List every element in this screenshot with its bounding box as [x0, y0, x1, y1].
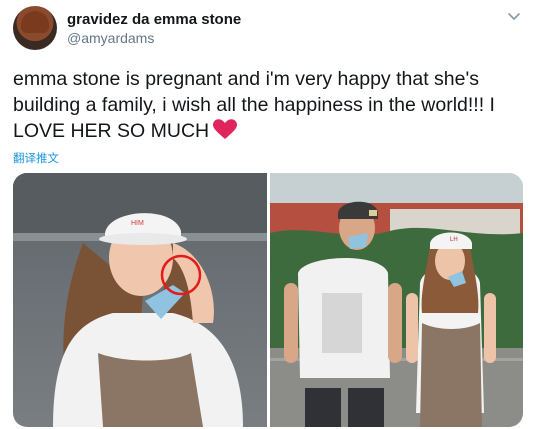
media-grid: HIM LH: [13, 173, 523, 427]
photo-left-illustration: HIM: [13, 173, 267, 427]
photo-left[interactable]: HIM: [13, 173, 267, 427]
tweet-card[interactable]: gravidez da emma stone @amyardams emma s…: [0, 0, 533, 429]
tweet-text: emma stone is pregnant and i'm very happ…: [13, 66, 523, 147]
cap-logo-right: LH: [450, 237, 458, 243]
translate-tweet-link[interactable]: 翻译推文: [13, 150, 59, 166]
user-handle[interactable]: @amyardams: [67, 30, 154, 46]
photo-right-illustration: LH: [270, 173, 523, 427]
photo-right[interactable]: LH: [270, 173, 523, 427]
tweet-body: emma stone is pregnant and i'm very happ…: [13, 68, 495, 142]
cap-logo: HIM: [131, 220, 144, 227]
display-name[interactable]: gravidez da emma stone: [67, 11, 241, 28]
heart-emoji-icon: [213, 119, 238, 147]
more-options-button[interactable]: [505, 8, 523, 26]
avatar-hair: [21, 11, 49, 33]
chevron-down-icon: [508, 13, 520, 20]
avatar[interactable]: [13, 6, 57, 50]
